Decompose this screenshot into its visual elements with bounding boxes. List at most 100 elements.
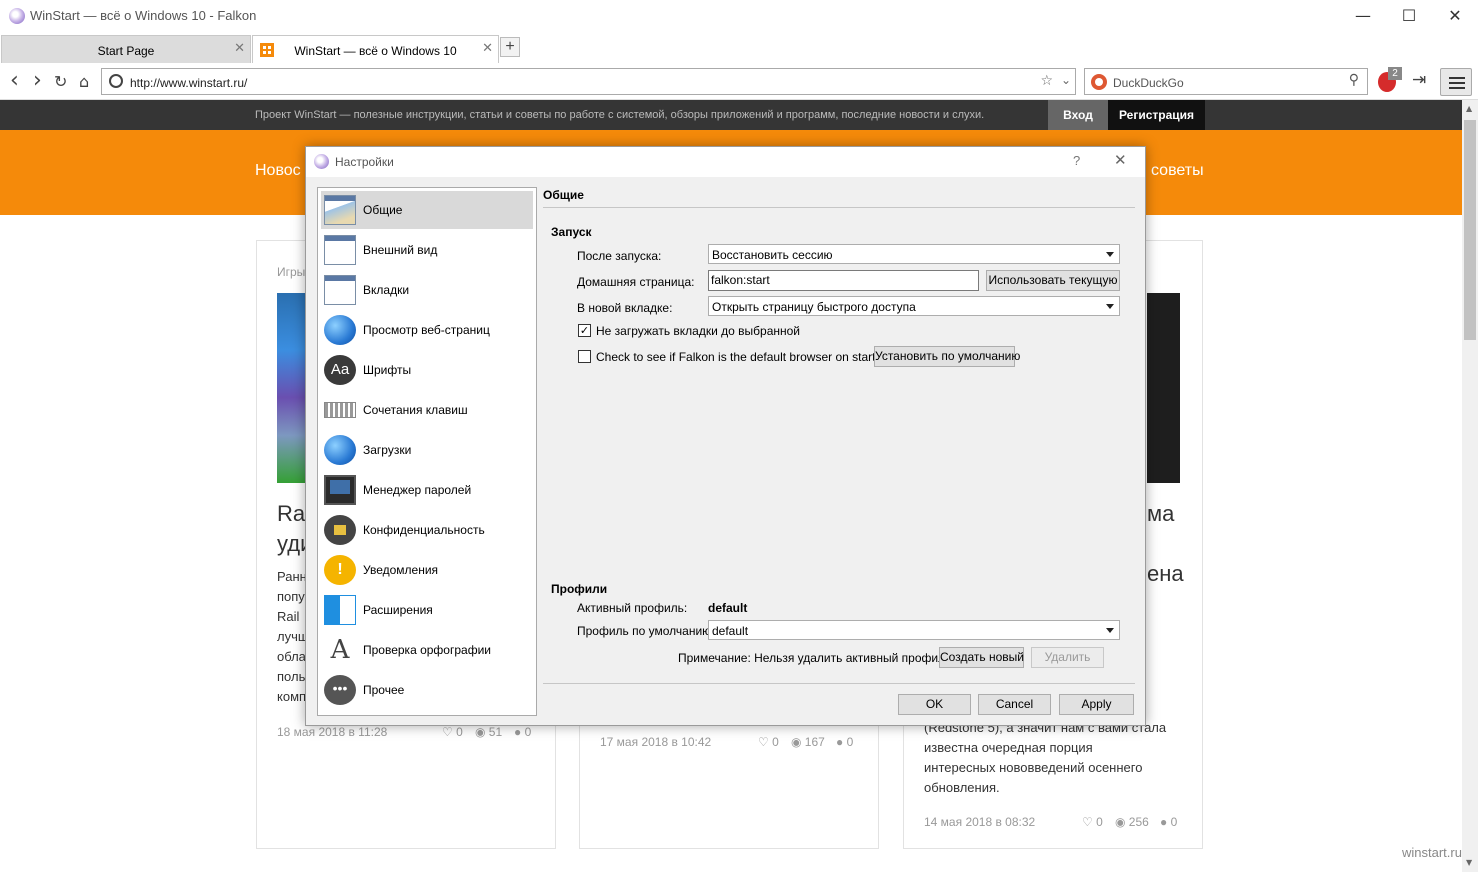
sidebar-toggle-icon[interactable]: ⇥ (1412, 70, 1426, 90)
article-excerpt-line: Ранн (277, 569, 307, 584)
scroll-up-icon[interactable]: ▲ (1466, 104, 1472, 113)
window-title: WinStart — всё о Windows 10 - Falkon (30, 8, 257, 23)
section-startup: Запуск (551, 225, 592, 239)
search-icon[interactable]: ⚲ (1349, 72, 1359, 88)
after-launch-select[interactable]: Восстановить сессию (708, 244, 1120, 264)
scroll-down-icon[interactable]: ▼ (1466, 858, 1472, 867)
forward-icon[interactable]: › (33, 68, 42, 93)
new-tab-button[interactable]: + (500, 37, 520, 57)
download-globe-icon (324, 435, 356, 465)
article-image[interactable] (277, 293, 307, 483)
search-bar[interactable]: DuckDuckGo ⚲ (1084, 68, 1368, 95)
maximize-button[interactable]: ☐ (1386, 0, 1432, 32)
sidebar-item-other[interactable]: ••• Прочее (321, 671, 533, 709)
sidebar-item-general[interactable]: Общие (321, 191, 533, 229)
comments-count[interactable]: ● 0 (1160, 815, 1177, 829)
spellcheck-icon: A (330, 635, 350, 665)
likes-count[interactable]: ♡ 0 (1082, 815, 1103, 829)
home-icon[interactable]: ⌂ (79, 72, 89, 91)
lazy-tabs-label[interactable]: Не загружать вкладки до выбранной (596, 324, 800, 338)
url-bar[interactable]: http://www.winstart.ru/ ☆ ⌄ (101, 68, 1076, 95)
delete-profile-button[interactable]: Удалить (1031, 647, 1104, 668)
sidebar-item-label: Прочее (363, 683, 405, 697)
ok-button[interactable]: OK (898, 694, 971, 715)
use-current-button[interactable]: Использовать текущую (986, 270, 1120, 291)
homepage-field[interactable] (708, 270, 979, 291)
chevron-down-icon (1106, 628, 1114, 633)
bookmark-star-icon[interactable]: ☆ (1040, 73, 1053, 89)
tab-winstart[interactable]: WinStart — всё о Windows 10 ✕ (252, 35, 499, 63)
sidebar-item-label: Конфиденциальность (363, 523, 485, 537)
lock-icon (324, 515, 356, 545)
url-dropdown-icon[interactable]: ⌄ (1061, 73, 1071, 87)
homepage-label: Домашняя страница: (577, 275, 695, 289)
sidebar-item-label: Проверка орфографии (363, 643, 491, 657)
likes-count[interactable]: ♡ 0 (442, 725, 463, 739)
article-excerpt-line: обла (277, 649, 306, 664)
comments-count[interactable]: ● 0 (836, 735, 853, 749)
url-text[interactable]: http://www.winstart.ru/ (130, 76, 247, 90)
falkon-logo-icon (314, 154, 329, 169)
default-browser-checkbox[interactable] (578, 350, 591, 363)
settings-category-list: Общие Внешний вид Вкладки Просмотр веб-с… (317, 187, 537, 716)
default-profile-select[interactable]: default (708, 620, 1120, 640)
sidebar-item-browsing[interactable]: Просмотр веб-страниц (321, 311, 533, 349)
article-excerpt-line: известна очередная порция (924, 740, 1093, 755)
set-default-button[interactable]: Установить по умолчанию (874, 346, 1020, 367)
article-date: 14 мая 2018 в 08:32 (924, 815, 1036, 829)
tab-start-page[interactable]: Start Page ✕ (1, 35, 251, 63)
register-button[interactable]: Регистрация (1108, 100, 1205, 130)
lazy-tabs-checkbox[interactable]: ✓ (578, 324, 591, 337)
duckduckgo-icon[interactable] (1091, 74, 1107, 90)
sidebar-item-privacy[interactable]: Конфиденциальность (321, 511, 533, 549)
site-nav-item-news[interactable]: Новос (255, 162, 301, 180)
article-date: 18 мая 2018 в 11:28 (277, 725, 388, 739)
back-icon[interactable]: ‹ (10, 68, 19, 93)
article-excerpt-line: попу (277, 589, 305, 604)
default-browser-label[interactable]: Check to see if Falkon is the default br… (596, 350, 889, 364)
site-nav-item-tips[interactable]: советы (1151, 162, 1204, 180)
views-count: ◉ 256 (1115, 815, 1149, 829)
sidebar-item-fonts[interactable]: Aa Шрифты (321, 351, 533, 389)
create-profile-button[interactable]: Создать новый (939, 647, 1024, 668)
tab-close-icon[interactable]: ✕ (234, 41, 245, 56)
navigation-toolbar: ‹ › ↻ ⌂ http://www.winstart.ru/ ☆ ⌄ Duck… (0, 64, 1478, 100)
views-count: ◉ 51 (475, 725, 503, 739)
sidebar-item-tabs[interactable]: Вкладки (321, 271, 533, 309)
sidebar-item-label: Расширения (363, 603, 433, 617)
article-category[interactable]: Игры (277, 265, 305, 279)
article-title-line[interactable]: ена (1147, 561, 1184, 587)
sidebar-item-extensions[interactable]: Расширения (321, 591, 533, 629)
close-window-button[interactable]: ✕ (1432, 0, 1478, 32)
sidebar-item-shortcuts[interactable]: Сочетания клавиш (321, 391, 533, 429)
sidebar-item-passwords[interactable]: Менеджер паролей (321, 471, 533, 509)
login-button[interactable]: Вход (1048, 100, 1108, 130)
dialog-close-button[interactable]: ✕ (1114, 151, 1127, 169)
divider (543, 683, 1135, 684)
likes-count[interactable]: ♡ 0 (758, 735, 779, 749)
comments-count[interactable]: ● 0 (514, 725, 531, 739)
scrollbar-thumb[interactable] (1464, 120, 1476, 340)
tab-close-icon[interactable]: ✕ (482, 41, 493, 56)
dialog-titlebar: Настройки ? ✕ (306, 147, 1145, 177)
new-tab-select[interactable]: Открыть страницу быстрого доступа (708, 296, 1120, 316)
sidebar-item-downloads[interactable]: Загрузки (321, 431, 533, 469)
page-scrollbar[interactable]: ▲ ▼ (1462, 100, 1478, 872)
appearance-window-icon (324, 235, 356, 265)
cancel-button[interactable]: Cancel (978, 694, 1051, 715)
minimize-button[interactable]: — (1340, 0, 1386, 32)
help-button[interactable]: ? (1073, 153, 1080, 168)
adblock-icon[interactable]: 2 (1378, 67, 1402, 92)
sidebar-item-spellcheck[interactable]: A Проверка орфографии (321, 631, 533, 669)
article-title-line[interactable]: ма (1147, 501, 1174, 527)
homepage-input[interactable] (711, 273, 971, 287)
article-image[interactable] (1147, 293, 1180, 483)
sidebar-item-notifications[interactable]: ! Уведомления (321, 551, 533, 589)
reload-icon[interactable]: ↻ (54, 72, 67, 91)
apply-button[interactable]: Apply (1059, 694, 1134, 715)
divider (543, 207, 1135, 208)
settings-dialog: Настройки ? ✕ Общие Внешний вид Вкладки … (305, 146, 1146, 726)
main-menu-button[interactable] (1440, 68, 1472, 96)
sidebar-item-appearance[interactable]: Внешний вид (321, 231, 533, 269)
sidebar-item-label: Общие (363, 203, 403, 217)
